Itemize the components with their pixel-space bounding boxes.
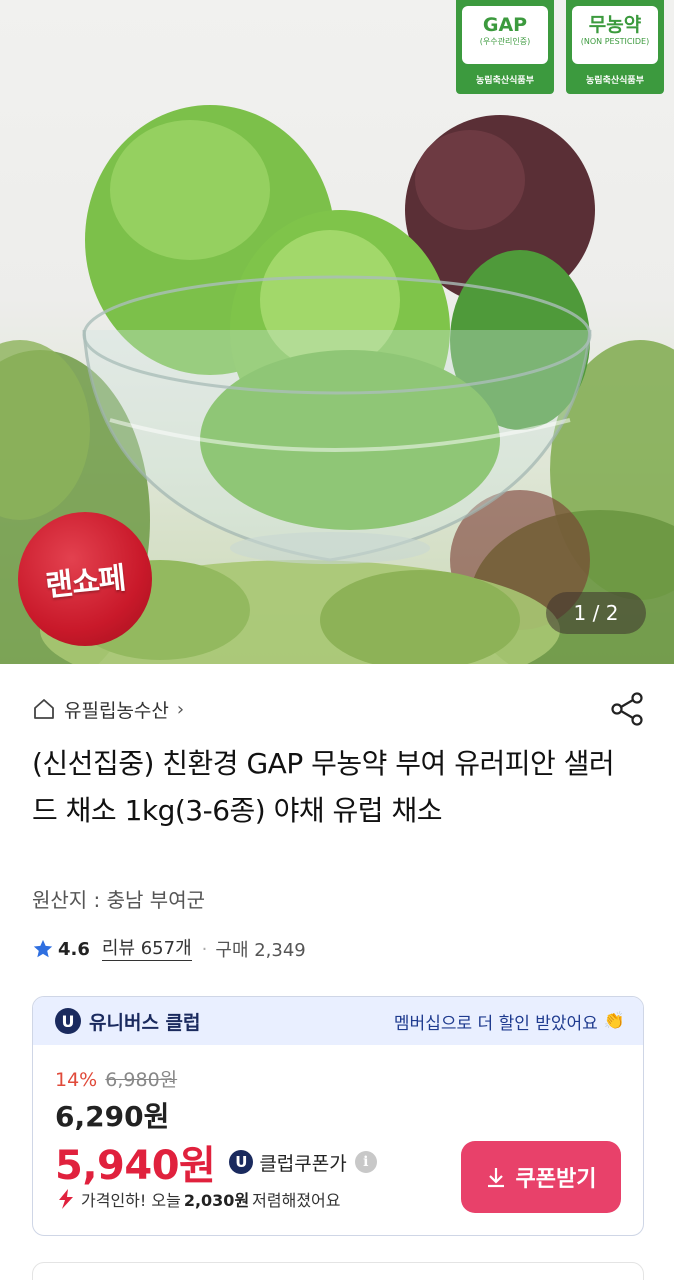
next-section-card	[32, 1262, 644, 1280]
cert-np-issuer: 농림축산식품부	[586, 76, 644, 86]
club-header: U 유니버스 클럽 멤버십으로 더 할인 받았어요 👏	[33, 997, 643, 1045]
cert-gap-subtitle: (우수관리인증)	[479, 37, 531, 46]
separator-dot: ·	[201, 938, 208, 960]
share-icon[interactable]	[608, 690, 646, 728]
cert-gap-title: GAP	[482, 14, 528, 36]
sale-price: 6,290원	[55, 1100, 170, 1133]
discount-row: 14% 6,980원	[55, 1065, 177, 1092]
product-image-carousel[interactable]: GAP (우수관리인증) 농림축산식품부 무농약 (NON PESTICIDE)…	[0, 0, 674, 664]
cert-gap-issuer: 농림축산식품부	[476, 76, 534, 86]
seller-link[interactable]: 유필립농수산 ›	[32, 692, 184, 726]
u-club-icon: U	[229, 1150, 254, 1174]
star-icon	[33, 939, 53, 958]
seller-name: 유필립농수산	[64, 699, 169, 722]
promo-badge: 랜쇼페	[18, 512, 152, 646]
rating-score: 4.6	[58, 938, 90, 960]
purchase-count: 구매 2,349	[215, 940, 306, 961]
home-icon	[34, 699, 54, 719]
no-pesticide-certification-badge: 무농약 (NON PESTICIDE) 농림축산식품부	[566, 0, 664, 94]
rating-row: 4.6 리뷰 657개 · 구매 2,349	[32, 934, 306, 964]
image-page-indicator: 1 / 2	[546, 592, 646, 634]
club-note: 멤버십으로 더 할인 받았어요 👏	[394, 1009, 625, 1034]
chevron-right-icon: ›	[176, 698, 185, 720]
original-price: 6,980원	[105, 1069, 178, 1091]
cert-np-subtitle: (NON PESTICIDE)	[580, 37, 650, 46]
get-coupon-label: 쿠폰받기	[515, 1167, 597, 1192]
info-icon[interactable]: i	[354, 1151, 377, 1173]
coupon-price-row: 5,940원 U 클럽쿠폰가 i	[55, 1133, 377, 1191]
product-origin: 원산지 : 충남 부여군	[32, 888, 206, 912]
price-drop-suffix: 저렴해졌어요	[252, 1191, 341, 1210]
download-icon	[487, 1168, 504, 1188]
gap-certification-badge: GAP (우수관리인증) 농림축산식품부	[456, 0, 554, 94]
coupon-price-label: 클럽쿠폰가	[259, 1152, 347, 1175]
price-drop-notice: 가격인하! 오늘 2,030원 저렴해졌어요	[55, 1187, 341, 1211]
clap-icon: 👏	[603, 1011, 625, 1031]
bolt-icon	[59, 1189, 73, 1209]
promo-badge-label: 랜쇼페	[43, 560, 127, 605]
discount-rate: 14%	[55, 1069, 98, 1091]
club-name: 유니버스 클럽	[89, 1011, 201, 1034]
u-club-icon: U	[55, 1008, 81, 1034]
coupon-price: 5,940원	[55, 1143, 216, 1189]
product-title: (신선집중) 친환경 GAP 무농약 부여 유러피안 샐러드 채소 1kg(3-…	[32, 747, 615, 827]
cert-np-title: 무농약	[588, 14, 642, 36]
price-drop-prefix: 가격인하! 오늘	[81, 1191, 181, 1210]
get-coupon-button[interactable]: 쿠폰받기	[461, 1141, 621, 1213]
club-price-box: U 유니버스 클럽 멤버십으로 더 할인 받았어요 👏 14% 6,980원 6…	[32, 996, 644, 1236]
price-drop-amount: 2,030원	[183, 1191, 250, 1210]
review-count-link[interactable]: 리뷰 657개	[101, 938, 192, 961]
club-note-text: 멤버십으로 더 할인 받았어요	[393, 1013, 598, 1034]
